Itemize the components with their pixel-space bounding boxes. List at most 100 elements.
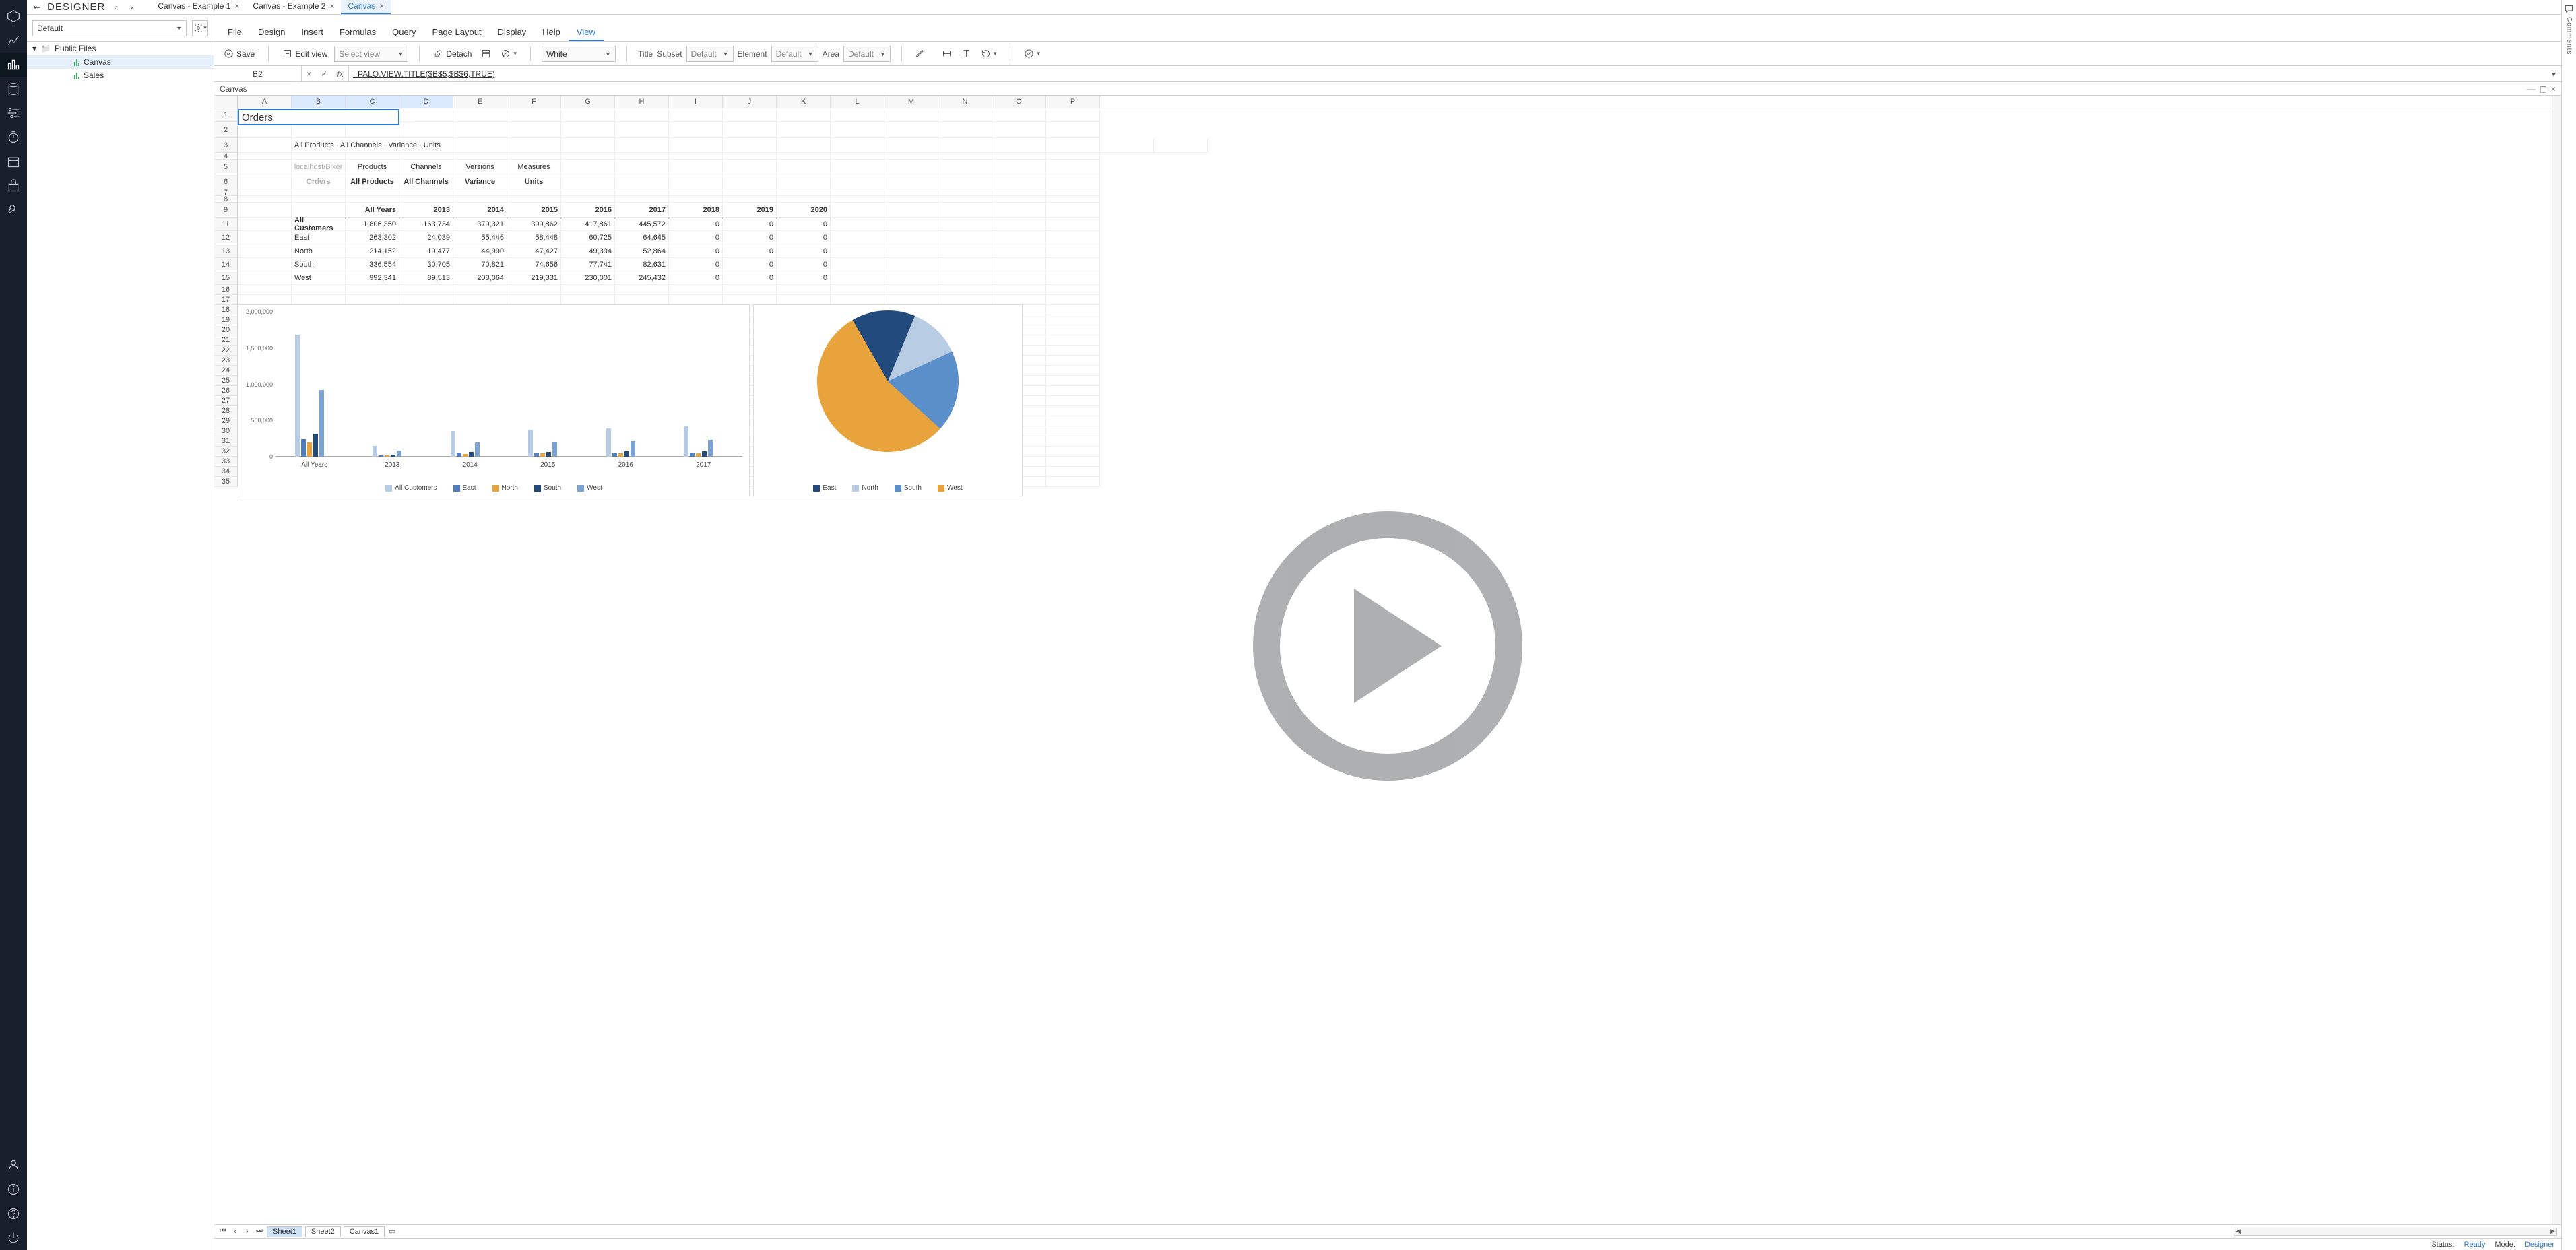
last-sheet-icon[interactable]: ⏭: [255, 1227, 264, 1236]
rail-user-icon[interactable]: [0, 1153, 27, 1177]
nav-back-icon[interactable]: ‹: [109, 3, 121, 12]
menu-help[interactable]: Help: [534, 23, 569, 41]
rail-calendar-icon[interactable]: [0, 150, 27, 174]
cancel-formula-icon[interactable]: ×: [307, 69, 311, 79]
edit-view-button[interactable]: Edit view: [280, 47, 330, 60]
pie-chart[interactable]: EastNorthSouthWest: [753, 304, 1023, 496]
tree-item-sales[interactable]: Sales: [27, 69, 214, 82]
first-sheet-icon[interactable]: ⏮: [218, 1227, 228, 1236]
column-header-O[interactable]: O: [992, 96, 1046, 108]
color-select[interactable]: White▼: [542, 46, 616, 62]
bar-chart[interactable]: 0500,0001,000,0001,500,0002,000,000All Y…: [238, 304, 750, 496]
column-header-M[interactable]: M: [884, 96, 938, 108]
rail-home-icon[interactable]: [0, 4, 27, 28]
doc-tab-0[interactable]: Canvas - Example 1×: [151, 0, 246, 14]
formula-input[interactable]: =PALO.VIEW.TITLE($B$5,$B$6,TRUE): [349, 66, 2546, 81]
main-panel: Save Edit view Select view▼ Detach ▾ Whi…: [214, 42, 2561, 1250]
menu-design[interactable]: Design: [250, 23, 293, 41]
main-menu: File Design Insert Formulas Query Page L…: [214, 15, 2561, 41]
height-button[interactable]: [959, 47, 974, 60]
horizontal-scrollbar[interactable]: ◀▶: [2234, 1228, 2557, 1236]
sheet-tab-0[interactable]: Sheet1: [267, 1226, 302, 1237]
accept-formula-icon[interactable]: ✓: [321, 69, 327, 79]
select-view-dropdown[interactable]: Select view▼: [334, 46, 408, 62]
document-tabs: Canvas - Example 1× Canvas - Example 2× …: [151, 0, 391, 14]
column-header-I[interactable]: I: [669, 96, 723, 108]
rail-help-icon[interactable]: [0, 1202, 27, 1226]
column-header-E[interactable]: E: [453, 96, 507, 108]
column-header-P[interactable]: P: [1046, 96, 1100, 108]
width-button[interactable]: [939, 47, 955, 60]
rail-dashboard-icon[interactable]: [0, 28, 27, 53]
next-sheet-icon[interactable]: ›: [243, 1228, 252, 1236]
area-select[interactable]: Default▼: [843, 46, 891, 62]
menu-file[interactable]: File: [220, 23, 250, 41]
menu-query[interactable]: Query: [384, 23, 424, 41]
nav-forward-icon[interactable]: ›: [125, 3, 137, 12]
menu-page-layout[interactable]: Page Layout: [424, 23, 490, 41]
prev-sheet-icon[interactable]: ‹: [230, 1228, 240, 1236]
doc-tab-1[interactable]: Canvas - Example 2×: [246, 0, 341, 14]
tree-item-canvas[interactable]: Canvas: [27, 55, 214, 69]
confirm-button[interactable]: ▾: [1021, 47, 1043, 60]
subset-label: Subset: [657, 49, 682, 59]
detach-button[interactable]: Detach: [430, 47, 474, 60]
status-label: Status:: [2431, 1241, 2454, 1249]
grid-viewport[interactable]: ABCDEFGHIJKLMNOP 123All Products · All C…: [214, 96, 2552, 1224]
menu-formulas[interactable]: Formulas: [331, 23, 384, 41]
column-header-B[interactable]: B: [292, 96, 346, 108]
column-header-N[interactable]: N: [938, 96, 992, 108]
rail-info-icon[interactable]: [0, 1177, 27, 1202]
column-header-C[interactable]: C: [346, 96, 399, 108]
column-header-G[interactable]: G: [561, 96, 615, 108]
column-header-J[interactable]: J: [723, 96, 777, 108]
close-icon[interactable]: ×: [329, 1, 334, 11]
element-select[interactable]: Default▼: [771, 46, 818, 62]
column-header-H[interactable]: H: [615, 96, 669, 108]
format-button[interactable]: [478, 47, 494, 60]
formula-expand-icon[interactable]: ▾: [2546, 66, 2561, 81]
tree-root[interactable]: ▾ Public Files: [27, 42, 214, 55]
rail-power-icon[interactable]: [0, 1226, 27, 1250]
sidebar-toggle-icon[interactable]: ⇤: [31, 3, 43, 12]
app-title: DESIGNER: [47, 1, 105, 13]
column-header-F[interactable]: F: [507, 96, 561, 108]
maximize-icon[interactable]: ▢: [2540, 84, 2547, 94]
doc-tab-2[interactable]: Canvas×: [341, 0, 391, 14]
column-header-D[interactable]: D: [399, 96, 453, 108]
sheet-tab-1[interactable]: Sheet2: [305, 1226, 341, 1237]
close-icon[interactable]: ×: [234, 1, 239, 11]
rail-database-icon[interactable]: [0, 77, 27, 101]
column-header-A[interactable]: A: [238, 96, 292, 108]
select-all-corner[interactable]: [214, 96, 238, 108]
null-filter-button[interactable]: ▾: [498, 47, 519, 60]
file-tree-panel: ▾ Public Files Canvas Sales: [27, 42, 214, 1250]
close-icon[interactable]: ×: [379, 1, 384, 11]
rail-settings-icon[interactable]: [0, 101, 27, 125]
cell-reference[interactable]: B2: [214, 66, 302, 81]
element-label: Element: [738, 49, 767, 59]
refresh-button[interactable]: ▾: [978, 47, 1000, 60]
fx-icon[interactable]: fx: [337, 69, 344, 79]
rail-timer-icon[interactable]: [0, 125, 27, 150]
save-button[interactable]: Save: [221, 47, 257, 60]
menu-insert[interactable]: Insert: [293, 23, 331, 41]
add-sheet-icon[interactable]: ▭: [387, 1227, 397, 1236]
selected-cell-b2[interactable]: Orders: [238, 109, 399, 125]
minimize-icon[interactable]: —: [2527, 84, 2536, 94]
edit-style-button[interactable]: [913, 47, 928, 60]
rail-store-icon[interactable]: [0, 174, 27, 198]
column-header-L[interactable]: L: [831, 96, 884, 108]
close-canvas-icon[interactable]: ×: [2551, 84, 2556, 94]
menu-view[interactable]: View: [569, 23, 604, 41]
rail-tools-icon[interactable]: [0, 198, 27, 222]
comments-panel-collapsed[interactable]: Comments: [2561, 0, 2576, 1250]
database-options-button[interactable]: ▾: [192, 20, 208, 36]
vertical-scrollbar[interactable]: [2552, 96, 2561, 1224]
rail-reports-icon[interactable]: [0, 53, 27, 77]
database-select[interactable]: Default▼: [32, 20, 187, 36]
column-header-K[interactable]: K: [777, 96, 831, 108]
sheet-tab-2[interactable]: Canvas1: [344, 1226, 385, 1237]
menu-display[interactable]: Display: [490, 23, 535, 41]
subset-select[interactable]: Default▼: [686, 46, 734, 62]
